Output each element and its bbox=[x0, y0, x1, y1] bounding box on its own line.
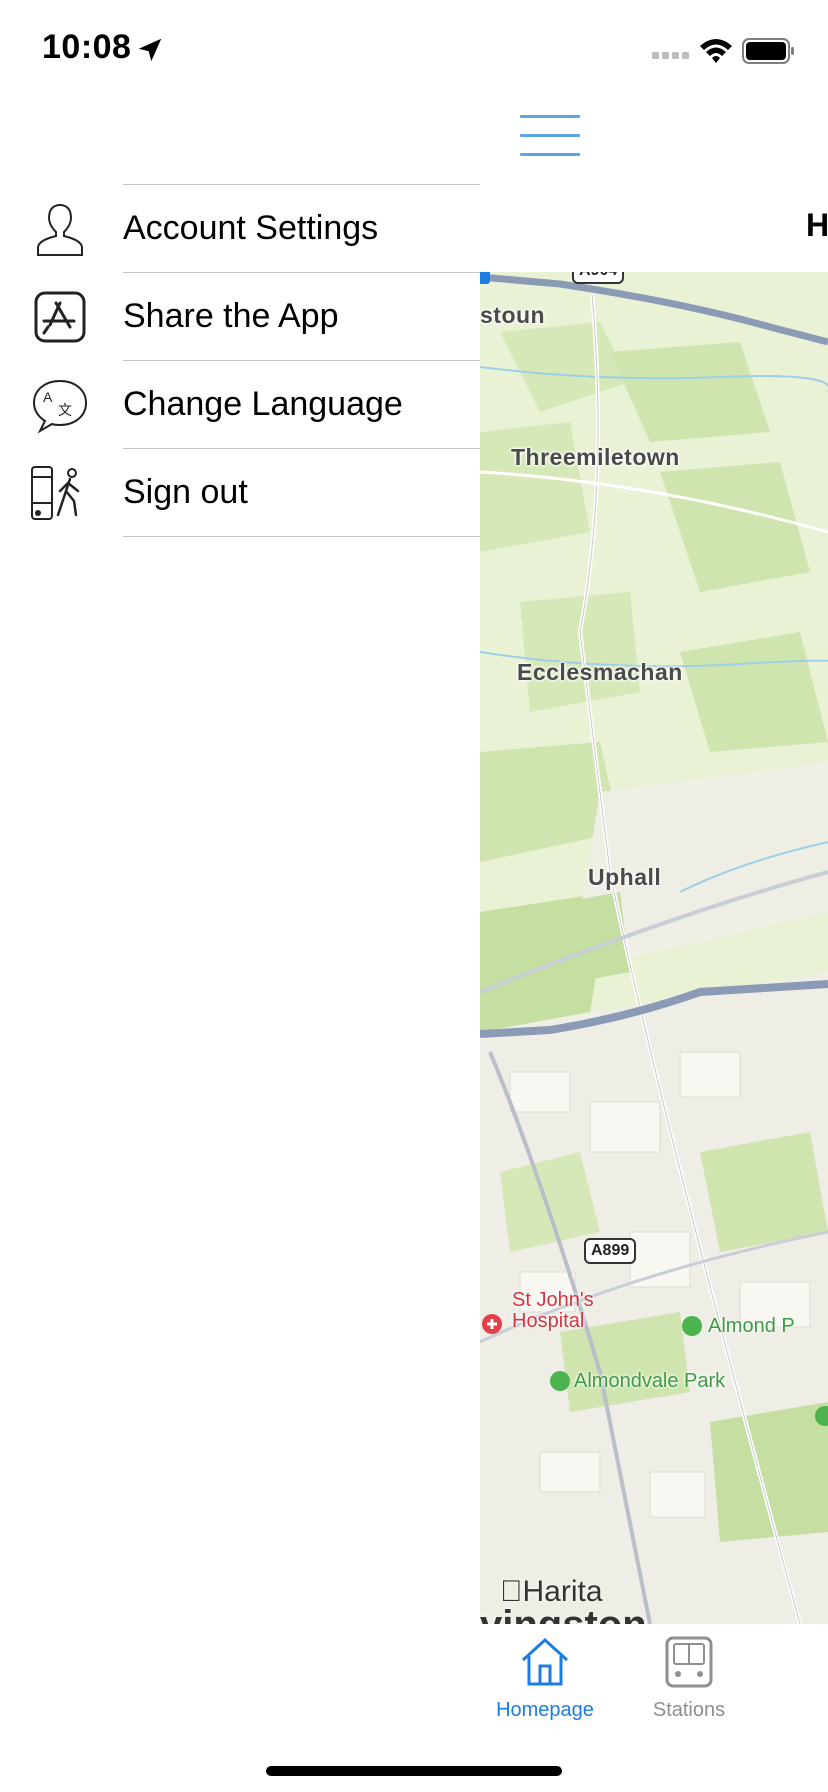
status-bar: 10:08 bbox=[0, 0, 828, 95]
menu-item-sign-out[interactable]: Sign out bbox=[0, 449, 480, 537]
road-shield-a904: A904 bbox=[572, 272, 625, 284]
wifi-icon bbox=[700, 39, 732, 63]
poi-park-label[interactable]: Almondvale Park bbox=[574, 1371, 725, 1392]
svg-text:A: A bbox=[43, 389, 53, 405]
menu-item-share-app[interactable]: Share the App bbox=[0, 273, 480, 361]
road-shield-a899: A899 bbox=[584, 1238, 637, 1264]
menu-item-label: Change Language bbox=[123, 385, 403, 423]
translate-icon: A 文 bbox=[32, 379, 88, 434]
map-place-label: Threemiletown bbox=[511, 444, 680, 470]
menu-item-account-settings[interactable]: Account Settings bbox=[0, 185, 480, 273]
map-place-label: Uphall bbox=[588, 864, 662, 890]
home-indicator[interactable] bbox=[266, 1766, 562, 1776]
menu-item-change-language[interactable]: A 文 Change Language bbox=[0, 361, 480, 449]
poi-hospital-label[interactable]: St John's Hospital bbox=[512, 1290, 594, 1332]
cellular-signal-icon bbox=[652, 52, 689, 59]
map-place-label: vingston bbox=[480, 1603, 647, 1624]
tab-homepage-label: Homepage bbox=[496, 1699, 594, 1721]
map-view[interactable]: stoun Threemiletown Ecclesmachan Uphall … bbox=[480, 272, 828, 1624]
page-title: H bbox=[806, 207, 828, 243]
map-place-label: Ecclesmachan bbox=[517, 659, 683, 685]
app-store-icon bbox=[34, 291, 86, 343]
tab-homepage[interactable]: Homepage bbox=[480, 1634, 610, 1722]
side-menu-drawer: Account Settings Share the App A 文 Chang… bbox=[0, 95, 480, 1792]
person-icon bbox=[37, 203, 83, 256]
status-time: 10:08 bbox=[42, 28, 132, 66]
hamburger-menu-icon[interactable] bbox=[520, 115, 580, 161]
menu-item-label: Share the App bbox=[123, 297, 339, 335]
map-place-label: stoun bbox=[480, 302, 546, 328]
battery-icon bbox=[742, 38, 794, 64]
map-tiles bbox=[480, 272, 828, 1624]
home-icon bbox=[521, 1637, 569, 1686]
menu-item-label: Account Settings bbox=[123, 209, 379, 247]
location-arrow-icon bbox=[138, 38, 162, 62]
svg-text:文: 文 bbox=[58, 403, 72, 419]
tab-stations-label: Stations bbox=[652, 1699, 726, 1721]
divider bbox=[123, 536, 480, 537]
menu-item-label: Sign out bbox=[123, 473, 248, 511]
tab-stations[interactable]: Stations bbox=[624, 1634, 754, 1722]
bus-walking-icon bbox=[31, 466, 80, 520]
poi-park-label[interactable]: Almond P bbox=[708, 1316, 795, 1337]
bus-icon bbox=[665, 1636, 713, 1688]
